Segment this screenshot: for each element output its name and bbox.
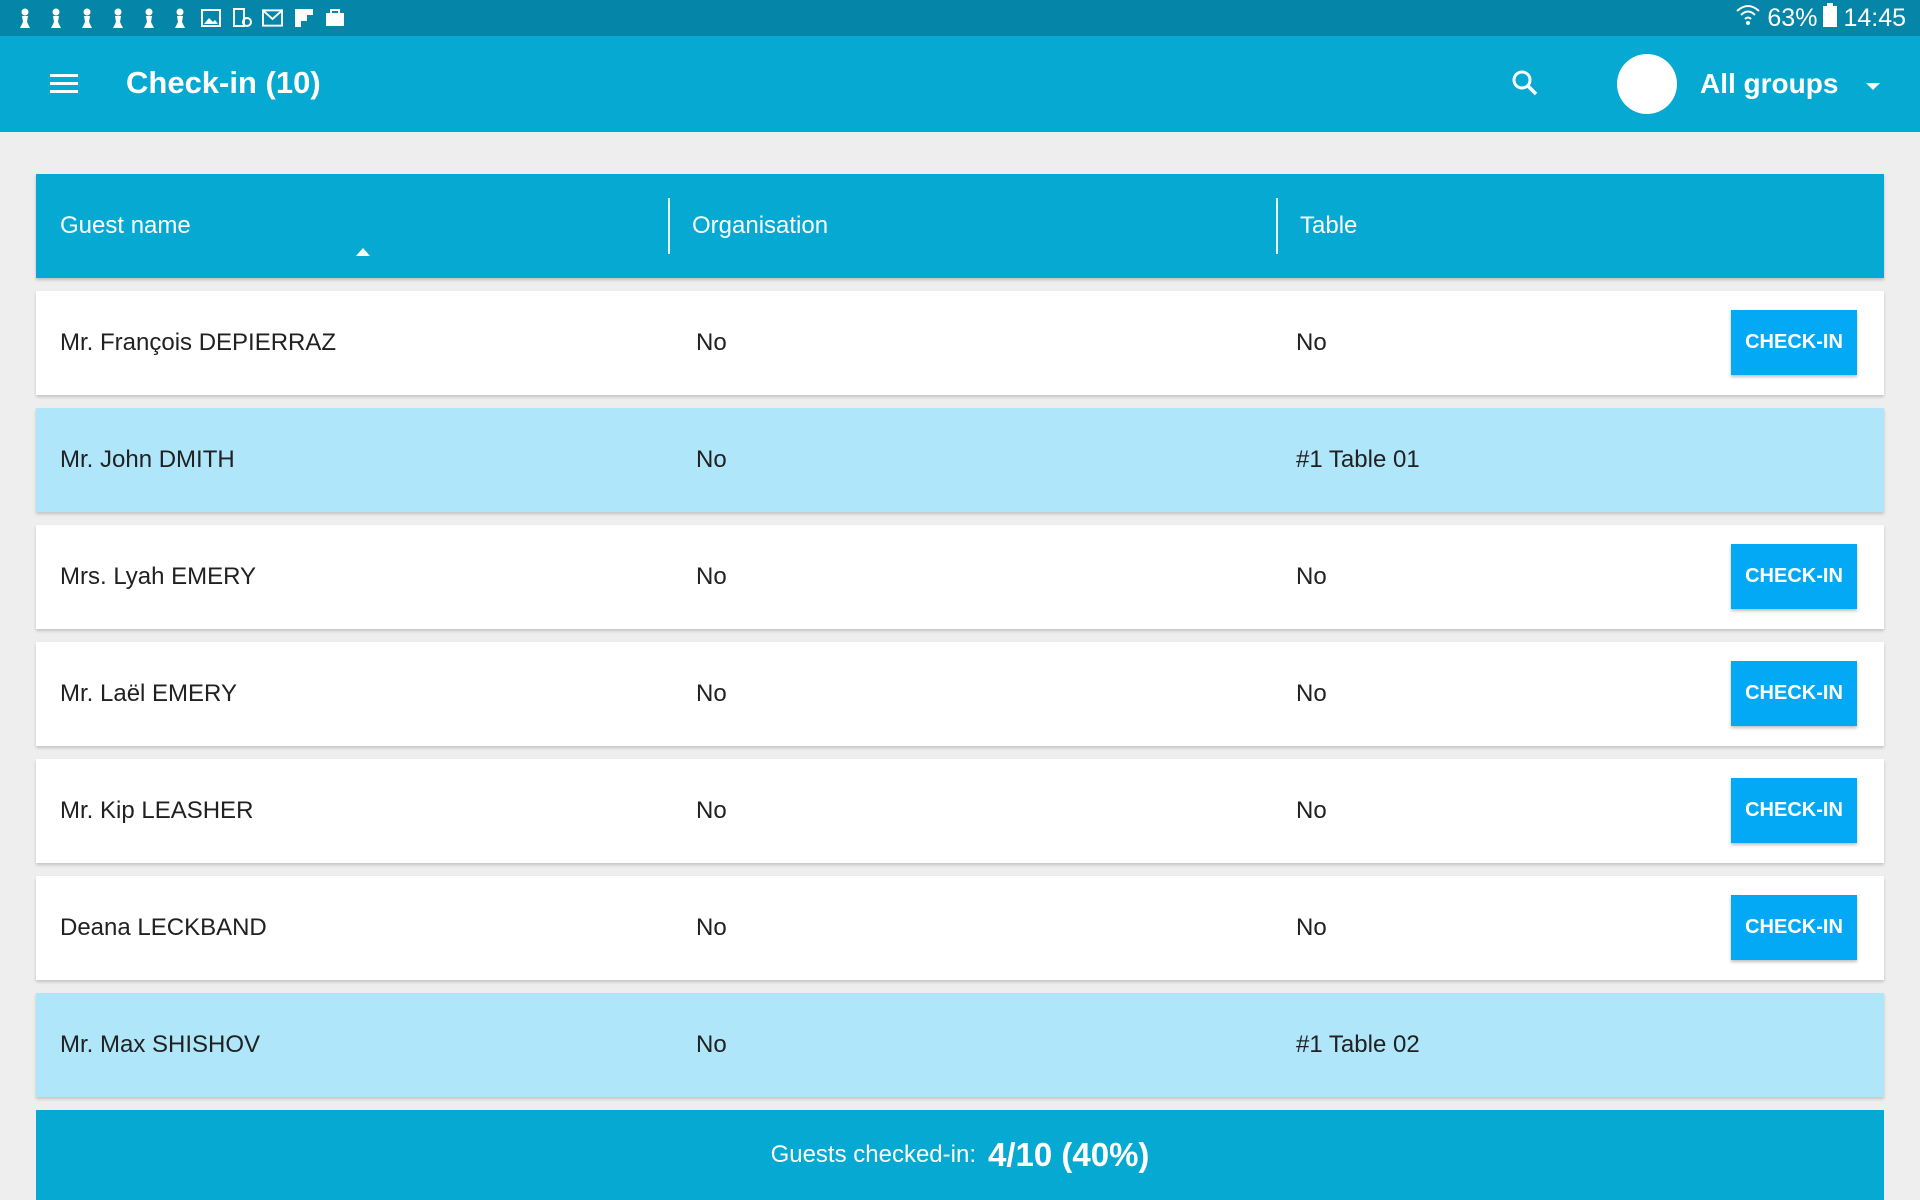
search-icon[interactable] <box>1506 64 1546 104</box>
guest-organisation: No <box>696 797 727 824</box>
pawn-icon <box>138 8 159 29</box>
check-in-button[interactable]: CHECK-IN <box>1731 310 1857 375</box>
column-header-guest-name[interactable]: Guest name <box>60 174 660 278</box>
menu-icon[interactable] <box>46 66 86 102</box>
clock: 14:45 <box>1843 3 1906 32</box>
table-row[interactable]: Mrs. Lyah EMERY No No CHECK-IN <box>36 525 1884 629</box>
guest-name: Mr. Max SHISHOV <box>60 1031 261 1058</box>
guest-organisation: No <box>696 1031 727 1058</box>
table-row[interactable]: Mr. Kip LEASHER No No CHECK-IN <box>36 759 1884 863</box>
battery-percent: 63% <box>1767 3 1818 32</box>
guest-organisation: No <box>696 446 727 473</box>
notification-icons <box>14 8 345 29</box>
table-row[interactable]: Mr. François DEPIERRAZ No No CHECK-IN <box>36 291 1884 395</box>
guest-table: No <box>1296 329 1327 356</box>
battery-icon <box>1823 2 1838 34</box>
column-header-organisation[interactable]: Organisation <box>692 174 1272 278</box>
guest-name: Mr. John DMITH <box>60 446 235 473</box>
pawn-icon <box>107 8 128 29</box>
checked-in-label: Guests checked-in: <box>770 1141 976 1168</box>
wifi-icon <box>1735 3 1761 34</box>
guest-table: No <box>1296 563 1327 590</box>
guest-organisation: No <box>696 329 727 356</box>
table-row[interactable]: Mr. John DMITH No #1 Table 01 <box>36 408 1884 512</box>
column-divider <box>668 198 670 254</box>
table-row[interactable]: Deana LECKBAND No No CHECK-IN <box>36 876 1884 980</box>
guest-organisation: No <box>696 914 727 941</box>
guest-name: Mr. Kip LEASHER <box>60 797 254 824</box>
column-header-table[interactable]: Table <box>1300 174 1880 278</box>
pawn-icon <box>14 8 35 29</box>
check-in-button[interactable]: CHECK-IN <box>1731 544 1857 609</box>
page-title: Check-in (10) <box>126 65 321 100</box>
status-bar: 63% 14:45 <box>0 0 1920 36</box>
guest-name: Mrs. Lyah EMERY <box>60 563 257 590</box>
checked-in-count: 4/10 (40%) <box>988 1136 1150 1173</box>
checked-in-summary: Guests checked-in: 4/10 (40%) <box>36 1110 1884 1200</box>
group-selector-label[interactable]: All groups <box>1700 68 1838 100</box>
guest-name: Mr. François DEPIERRAZ <box>60 329 337 356</box>
flipboard-icon <box>293 8 314 29</box>
check-in-button[interactable]: CHECK-IN <box>1731 661 1857 726</box>
guest-table: #1 Table 02 <box>1296 1031 1420 1058</box>
check-in-button[interactable]: CHECK-IN <box>1731 778 1857 843</box>
table-row[interactable]: Mr. Max SHISHOV No #1 Table 02 <box>36 993 1884 1097</box>
pawn-icon <box>45 8 66 29</box>
check-in-button[interactable]: CHECK-IN <box>1731 895 1857 960</box>
guest-organisation: No <box>696 563 727 590</box>
guest-table: #1 Table 01 <box>1296 446 1420 473</box>
avatar[interactable] <box>1617 54 1677 114</box>
guest-organisation: No <box>696 680 727 707</box>
table-header: Guest name Organisation Table <box>36 174 1884 278</box>
column-divider <box>1276 198 1278 254</box>
sort-ascending-icon <box>356 248 370 256</box>
pawn-icon <box>169 8 190 29</box>
guest-name: Mr. Laël EMERY <box>60 680 237 707</box>
status-indicators: 63% 14:45 <box>1735 2 1906 34</box>
pawn-icon <box>76 8 97 29</box>
guest-list: Mr. François DEPIERRAZ No No CHECK-IN Mr… <box>36 291 1884 1110</box>
chevron-down-icon[interactable] <box>1858 72 1888 102</box>
guest-table: No <box>1296 680 1327 707</box>
briefcase-icon <box>324 8 345 29</box>
image-icon <box>200 8 221 29</box>
mail-icon <box>262 8 283 29</box>
guest-table: No <box>1296 914 1327 941</box>
guest-name: Deana LECKBAND <box>60 914 267 941</box>
guest-table: No <box>1296 797 1327 824</box>
table-row[interactable]: Mr. Laël EMERY No No CHECK-IN <box>36 642 1884 746</box>
phone-icon <box>231 8 252 29</box>
app-bar: Check-in (10) All groups <box>0 36 1920 132</box>
